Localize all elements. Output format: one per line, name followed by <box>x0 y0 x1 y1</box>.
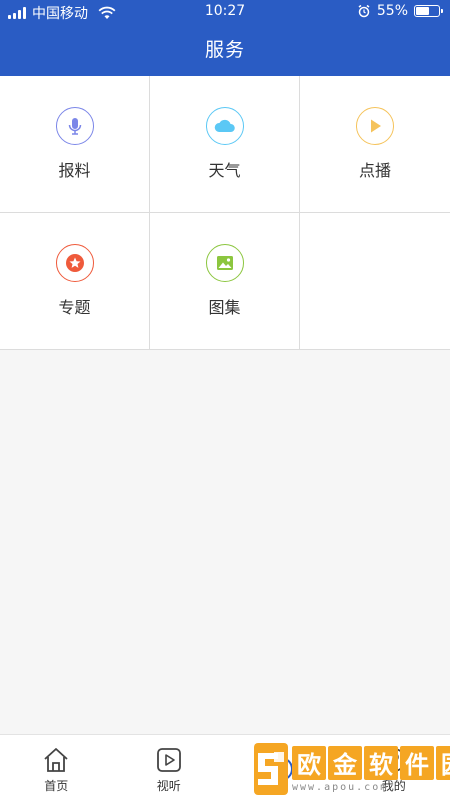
cloud-icon <box>205 107 244 145</box>
service-label: 图集 <box>208 298 241 317</box>
star-icon <box>55 244 94 282</box>
service-item-gallery[interactable]: 图集 <box>150 213 300 350</box>
service-item-weather[interactable]: 天气 <box>150 76 300 213</box>
watermark-char: 金 <box>328 745 362 780</box>
service-label: 天气 <box>208 161 241 180</box>
tab-label: 视听 <box>156 779 181 793</box>
tab-video[interactable]: 视听 <box>113 735 226 800</box>
service-label: 点播 <box>358 161 391 180</box>
watermark-char: 软 <box>364 745 398 780</box>
watermark-badge-icon <box>254 743 288 795</box>
tab-label: 首页 <box>44 779 69 793</box>
video-play-icon <box>154 745 184 775</box>
play-icon <box>356 107 394 145</box>
battery-icon <box>414 5 443 17</box>
service-item-vod[interactable]: 点播 <box>300 76 450 213</box>
image-icon <box>205 244 244 282</box>
service-item-topics[interactable]: 专题 <box>0 213 150 350</box>
page-title: 服务 <box>0 24 450 76</box>
home-icon <box>41 745 71 775</box>
empty-cell <box>300 213 450 350</box>
alarm-icon <box>358 4 370 18</box>
status-bar: 中国移动 10:27 55% <box>0 0 450 24</box>
microphone-icon <box>55 107 94 145</box>
services-grid: 报料 天气 点播 专题 图集 <box>0 76 450 350</box>
service-label: 报料 <box>58 161 91 180</box>
service-label: 专题 <box>58 298 91 317</box>
watermark-char: 欧 <box>292 745 326 780</box>
tab-home[interactable]: 首页 <box>0 735 113 800</box>
watermark-char: 园 <box>436 745 450 780</box>
watermark-logo: 欧 金 软 件 园 www.apou.com <box>254 740 450 798</box>
service-item-baoliao[interactable]: 报料 <box>0 76 150 213</box>
watermark-url: www.apou.com <box>292 781 389 793</box>
watermark-char: 件 <box>400 745 434 780</box>
battery-percent: 55% <box>376 3 408 19</box>
